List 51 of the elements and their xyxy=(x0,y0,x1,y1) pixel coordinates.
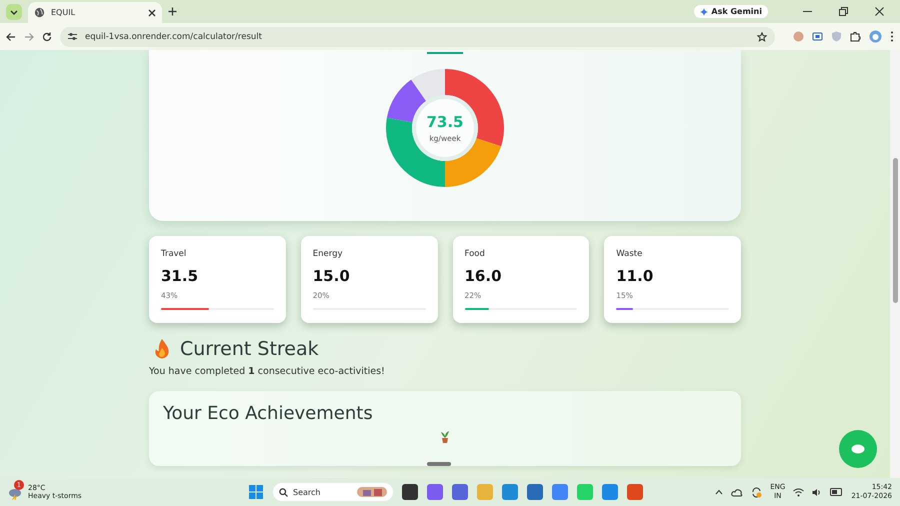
chevron-up-icon[interactable] xyxy=(715,489,724,495)
site-settings-icon[interactable] xyxy=(68,32,77,41)
taskbar-search-field[interactable]: Search xyxy=(273,483,393,501)
address-bar[interactable]: equil-1vsa.onrender.com/calculator/result xyxy=(60,26,775,46)
category-name: Energy xyxy=(312,249,344,259)
tab-title: EQUIL xyxy=(51,8,76,17)
volume-icon[interactable] xyxy=(812,488,822,496)
extension-icon[interactable] xyxy=(812,31,823,42)
flame-icon xyxy=(154,339,170,359)
category-name: Waste xyxy=(616,249,644,259)
sync-icon[interactable] xyxy=(751,486,762,498)
browser-tab[interactable]: EQUIL xyxy=(28,2,162,23)
taskbar-app-icon[interactable] xyxy=(527,484,543,500)
sparkle-icon xyxy=(700,8,708,16)
close-icon[interactable] xyxy=(874,7,884,16)
bookmark-star-icon[interactable] xyxy=(757,32,767,42)
streak-heading: Current Streak xyxy=(180,338,319,360)
category-value: 31.5 xyxy=(161,267,200,285)
profile-avatar-icon[interactable] xyxy=(869,30,882,43)
windows-start-icon[interactable] xyxy=(248,484,264,500)
category-value: 11.0 xyxy=(616,267,654,285)
category-name: Travel xyxy=(161,249,188,259)
wifi-icon[interactable] xyxy=(793,488,804,496)
back-icon[interactable] xyxy=(6,32,16,42)
category-name: Food xyxy=(464,249,486,259)
url-text: equil-1vsa.onrender.com/calculator/result xyxy=(85,32,263,42)
cloud-icon[interactable] xyxy=(731,488,744,496)
new-tab-icon[interactable] xyxy=(168,7,177,16)
ask-gemini-button[interactable]: Ask Gemini xyxy=(694,5,768,18)
category-value: 16.0 xyxy=(464,267,503,285)
search-highlight-drawing xyxy=(357,486,387,498)
potted-plant-icon xyxy=(440,430,450,443)
close-icon[interactable] xyxy=(148,8,156,16)
menu-icon[interactable] xyxy=(890,31,894,42)
battery-icon[interactable] xyxy=(830,488,844,496)
chevron-icon xyxy=(10,8,18,16)
search-icon xyxy=(279,488,288,496)
achievements-heading: Your Eco Achievements xyxy=(163,403,374,424)
chat-bubble-icon xyxy=(851,444,865,454)
restore-icon[interactable] xyxy=(838,7,848,16)
streak-text: You have completed 1 consecutive eco-activities! xyxy=(149,366,386,377)
resize-handle[interactable] xyxy=(427,462,451,466)
scrollbar[interactable] xyxy=(890,50,900,478)
forward-icon[interactable] xyxy=(24,32,34,42)
taskbar-app-icon[interactable] xyxy=(402,484,418,500)
reload-icon[interactable] xyxy=(42,32,52,42)
tab-search-button[interactable] xyxy=(6,4,22,20)
globe-icon xyxy=(34,7,45,18)
category-value: 15.0 xyxy=(312,267,351,285)
puzzle-icon[interactable] xyxy=(850,31,861,42)
total-value: 73.5 xyxy=(426,113,464,131)
